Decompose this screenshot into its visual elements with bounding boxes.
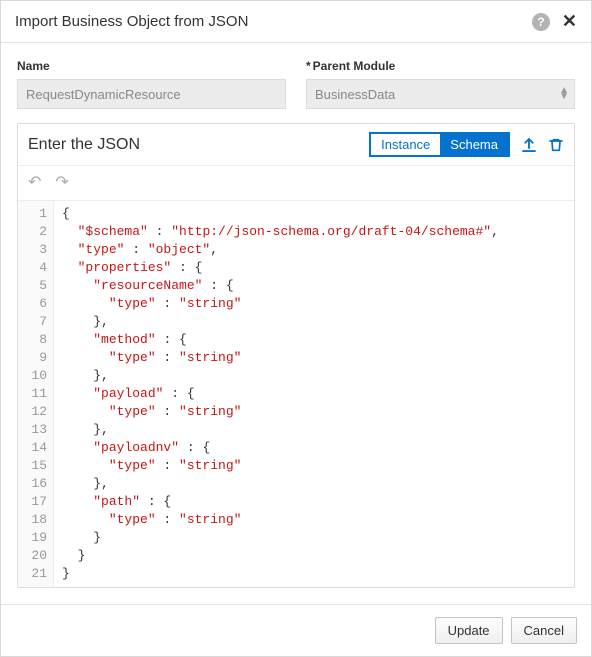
field-row: Name *Parent Module ▲▼ xyxy=(17,59,575,109)
dialog-title: Import Business Object from JSON xyxy=(15,13,532,30)
code-area: 123456789101112131415161718192021 { "$sc… xyxy=(18,200,574,587)
dialog: Import Business Object from JSON ? ✕ Nam… xyxy=(0,0,592,657)
dialog-footer: Update Cancel xyxy=(1,604,591,656)
title-bar: Import Business Object from JSON ? ✕ xyxy=(1,1,591,43)
undo-icon[interactable]: ↶ xyxy=(28,172,41,192)
help-icon[interactable]: ? xyxy=(532,13,550,31)
editor-header: Enter the JSON Instance Schema xyxy=(18,124,574,166)
line-gutter: 123456789101112131415161718192021 xyxy=(18,201,54,587)
undo-redo-bar: ↶ ↷ xyxy=(18,166,574,200)
close-icon[interactable]: ✕ xyxy=(562,11,577,32)
parent-module-select[interactable]: ▲▼ xyxy=(306,79,575,109)
instance-tab[interactable]: Instance xyxy=(371,134,440,155)
trash-icon[interactable] xyxy=(548,137,564,153)
redo-icon[interactable]: ↷ xyxy=(55,172,68,192)
code-editor[interactable]: { "$schema" : "http://json-schema.org/dr… xyxy=(54,201,574,587)
parent-module-field: *Parent Module ▲▼ xyxy=(306,59,575,109)
dialog-body: Name *Parent Module ▲▼ Enter the JSON In… xyxy=(1,43,591,604)
update-button[interactable]: Update xyxy=(435,617,503,644)
name-input[interactable] xyxy=(17,79,286,109)
name-label: Name xyxy=(17,59,286,73)
parent-module-label: *Parent Module xyxy=(306,59,575,73)
required-star-icon: * xyxy=(306,59,311,73)
instance-schema-toggle: Instance Schema xyxy=(369,132,510,157)
name-field: Name xyxy=(17,59,286,109)
editor-title: Enter the JSON xyxy=(28,136,359,154)
json-editor-panel: Enter the JSON Instance Schema ↶ ↷ 12345… xyxy=(17,123,575,588)
upload-icon[interactable] xyxy=(520,136,538,154)
cancel-button[interactable]: Cancel xyxy=(511,617,577,644)
schema-tab[interactable]: Schema xyxy=(440,134,508,155)
parent-module-value[interactable] xyxy=(306,79,575,109)
